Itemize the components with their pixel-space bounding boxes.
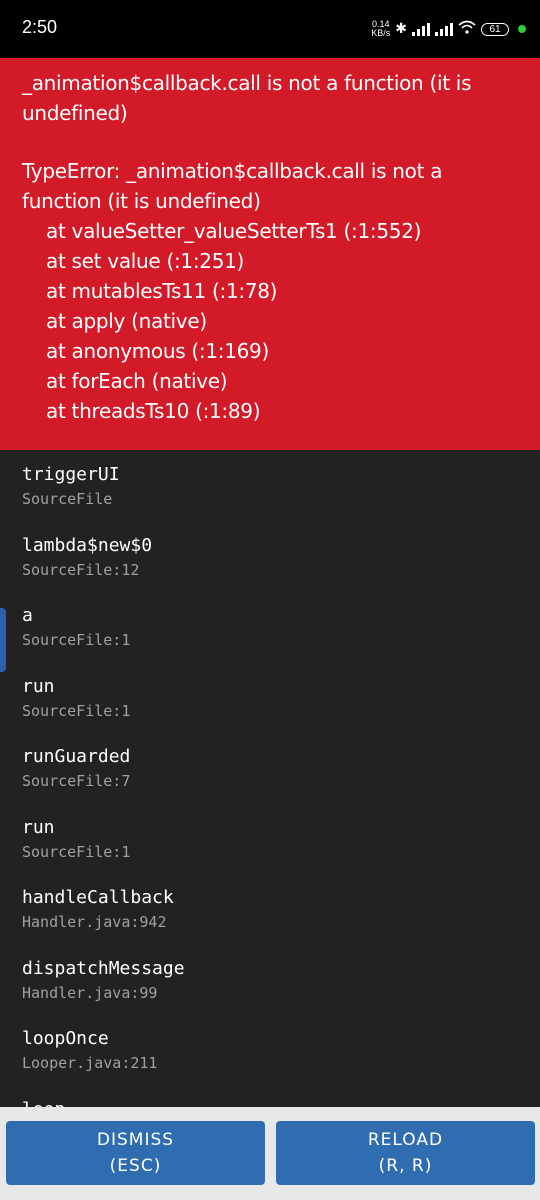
stack-frame-list[interactable]: triggerUI SourceFile lambda$new$0 Source… — [0, 450, 540, 1107]
frame-method: loop — [22, 1098, 518, 1108]
status-time: 2:50 — [22, 17, 58, 37]
wifi-icon — [458, 20, 476, 38]
frame-method: dispatchMessage — [22, 957, 185, 979]
signal-icon — [435, 22, 453, 36]
status-bar: 2:50 0.14 KB/s ✱ 61 — [0, 0, 540, 58]
net-speed: 0.14 KB/s — [371, 20, 390, 38]
error-message: _animation$callback.call is not a functi… — [22, 71, 478, 125]
frame-file: Handler.java:942 — [22, 913, 167, 931]
stack-line: at apply (native) — [46, 309, 207, 333]
button-bar: DISMISS (ESC) RELOAD (R, R) — [0, 1107, 540, 1200]
frame-method: loopOnce — [22, 1028, 109, 1049]
frame-file: SourceFile:1 — [22, 842, 131, 861]
stack-frame[interactable]: loop — [0, 1085, 540, 1108]
stack-line: at forEach (native) — [46, 369, 228, 393]
stack-frame[interactable]: loopOnce Looper.java:211 — [0, 1014, 540, 1085]
frame-file: SourceFile:1 — [22, 701, 131, 720]
frame-method: triggerUI — [22, 464, 120, 485]
signal-icon — [412, 22, 430, 36]
status-icons: 0.14 KB/s ✱ 61 — [371, 14, 526, 44]
error-stack: TypeError: _animation$callback.call is n… — [22, 156, 520, 426]
error-panel: _animation$callback.call is not a functi… — [0, 58, 540, 450]
frame-file: SourceFile — [22, 490, 113, 508]
frame-method: lambda$new$0 — [22, 534, 153, 556]
dismiss-shortcut: (ESC) — [109, 1156, 162, 1176]
stack-frame[interactable]: dispatchMessage Handler.java:99 — [0, 944, 540, 1015]
stack-frame[interactable]: run SourceFile:1 — [0, 803, 540, 874]
frame-file: SourceFile:12 — [22, 560, 140, 579]
stack-frame[interactable]: handleCallback Handler.java:942 — [0, 873, 540, 944]
dismiss-button[interactable]: DISMISS (ESC) — [6, 1121, 265, 1185]
bluetooth-icon: ✱ — [395, 21, 407, 37]
stack-line: at set value (:1:251) — [46, 249, 245, 273]
stack-line: at valueSetter_valueSetterTs1 (:1:552) — [46, 219, 422, 243]
frame-method: a — [22, 605, 33, 626]
frame-file: Handler.java:99 — [22, 983, 158, 1002]
net-speed-unit: KB/s — [371, 28, 391, 38]
frame-file: SourceFile:1 — [22, 631, 131, 649]
stack-frame[interactable]: lambda$new$0 SourceFile:12 — [0, 521, 540, 592]
frame-method: run — [22, 816, 55, 838]
frame-file: SourceFile:7 — [22, 772, 131, 790]
stack-line: at mutablesTs11 (:1:78) — [46, 279, 278, 303]
scroll-indicator[interactable] — [0, 608, 6, 672]
error-type-line: TypeError: _animation$callback.call is n… — [22, 159, 443, 213]
reload-shortcut: (R, R) — [378, 1156, 433, 1176]
frame-method: handleCallback — [22, 887, 174, 908]
stack-line: at threadsTs10 (:1:89) — [46, 399, 261, 423]
frame-file: Looper.java:211 — [22, 1054, 158, 1072]
stack-frame[interactable]: triggerUI SourceFile — [0, 450, 540, 521]
privacy-dot-icon — [518, 25, 526, 33]
stack-frame[interactable]: run SourceFile:1 — [0, 662, 540, 733]
reload-button[interactable]: RELOAD (R, R) — [276, 1121, 535, 1185]
reload-label: RELOAD — [367, 1130, 444, 1150]
stack-line: at anonymous (:1:169) — [46, 339, 269, 363]
stack-frame[interactable]: runGuarded SourceFile:7 — [0, 732, 540, 803]
dismiss-label: DISMISS — [96, 1130, 175, 1150]
frame-method: run — [22, 675, 55, 697]
stack-frame[interactable]: a SourceFile:1 — [0, 591, 540, 662]
frame-method: runGuarded — [22, 746, 131, 767]
battery-icon: 61 — [481, 22, 509, 36]
